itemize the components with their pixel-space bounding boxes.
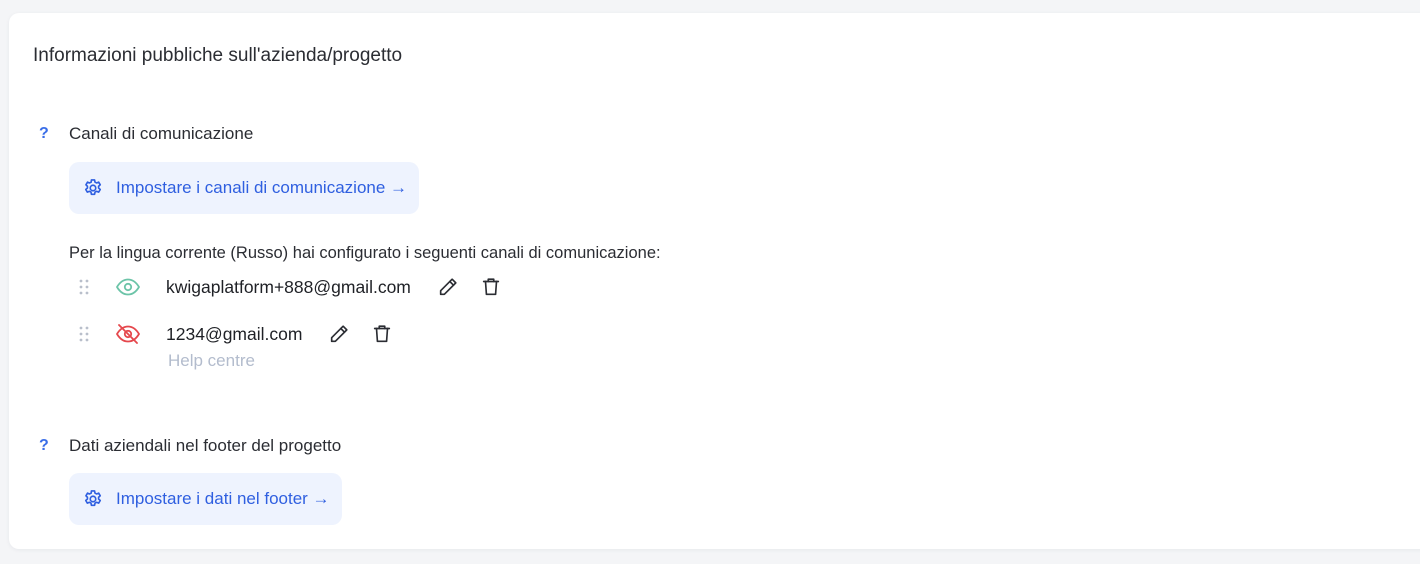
channel-value: kwigaplatform+888@gmail.com [166,276,411,297]
gear-icon [82,488,104,510]
channel-item: 1234@gmail.com [69,319,414,349]
trash-icon[interactable] [480,276,502,298]
channel-value: 1234@gmail.com [166,323,303,344]
drag-handle-icon[interactable] [77,325,91,343]
channels-section-header: ? Canali di comunicazione [39,123,939,147]
pencil-icon[interactable] [328,323,350,345]
public-info-card: Informazioni pubbliche sull'azienda/prog… [9,13,1420,549]
footer-section-header: ? Dati aziendali nel footer del progetto [39,435,939,459]
setup-channels-button[interactable]: Impostare i canali di comunicazione → [69,162,420,214]
drag-handle-icon[interactable] [77,278,91,296]
eye-off-icon[interactable] [115,323,141,345]
footer-section: ? Dati aziendali nel footer del progetto… [39,435,939,535]
setup-footer-button[interactable]: Impostare i dati nel footer → [69,473,342,525]
eye-icon[interactable] [115,276,141,298]
channels-section: ? Canali di comunicazione Impostare i ca… [39,123,939,383]
pencil-icon[interactable] [437,276,459,298]
footer-section-title: Dati aziendali nel footer del progetto [69,436,342,455]
setup-channels-label: Impostare i canali di comunicazione → [116,178,408,197]
channel-item: kwigaplatform+888@gmail.com [69,272,523,302]
trash-icon[interactable] [371,323,393,345]
channel-subtitle: Help centre [168,351,255,370]
channels-help-icon[interactable]: ? [39,123,49,145]
footer-help-icon[interactable]: ? [39,435,49,457]
channels-section-title: Canali di comunicazione [69,124,254,143]
card-title: Informazioni pubbliche sull'azienda/prog… [33,45,403,66]
setup-footer-label: Impostare i dati nel footer → [116,489,330,508]
gear-icon [82,177,104,199]
channels-note: Per la lingua corrente (Russo) hai confi… [69,244,661,262]
